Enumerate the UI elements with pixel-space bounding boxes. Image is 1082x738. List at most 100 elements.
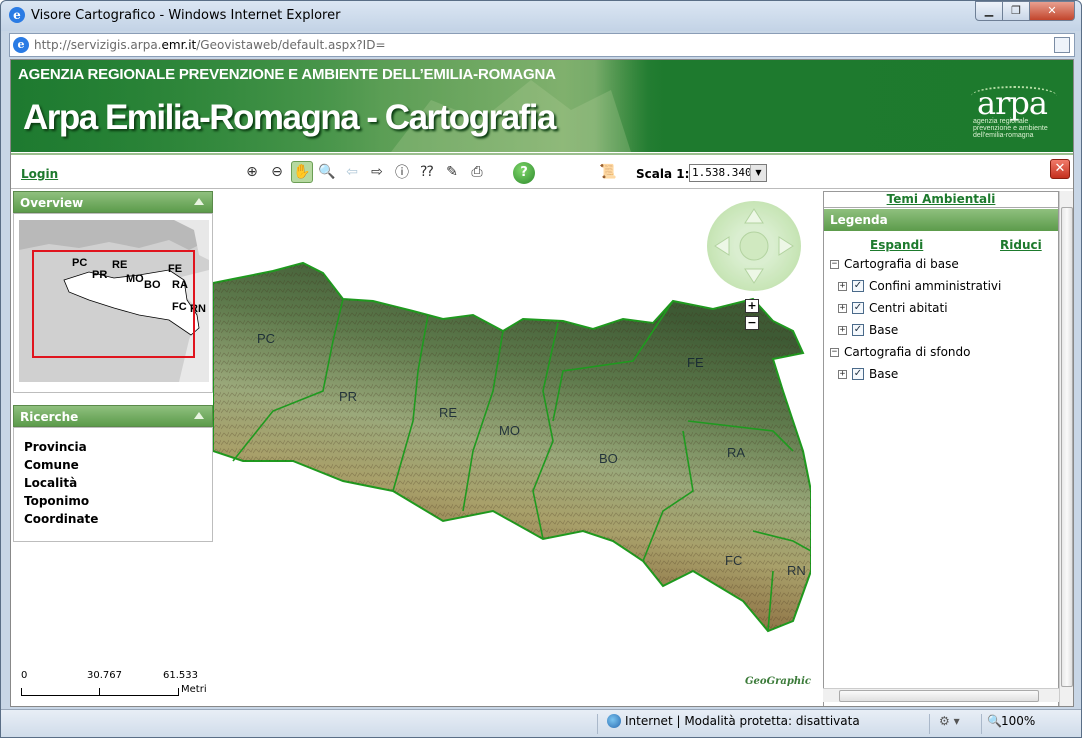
title-bar: e Visore Cartografico - Windows Internet… [1,1,1081,31]
province-label-rn: RN [787,563,806,578]
measure-icon[interactable]: ⁇ [416,161,438,183]
province-label-pr: PR [339,389,357,404]
legend-item-centri[interactable]: + ✓ Centri abitati [838,299,948,317]
header-banner: AGENZIA REGIONALE PREVENZIONE E AMBIENTE… [11,60,1073,152]
chevron-down-icon[interactable]: ▼ [750,165,766,181]
arpa-logo: arpa agenzia regionale prevenzione e amb… [971,84,1061,146]
zoom-icon[interactable]: 🔍 [987,714,1002,728]
security-zone-text: Internet | Modalità protetta: disattivat… [625,714,860,728]
province-label-ra: RA [727,445,745,460]
zoom-in-button[interactable]: + [745,299,759,313]
zoom-level[interactable]: 100% [1001,714,1035,728]
collapse-icon[interactable]: − [830,347,839,357]
search-localita[interactable]: Località [24,474,202,492]
protected-mode-icon[interactable]: ⚙ ▾ [939,714,960,728]
province-label-bo: BO [599,451,618,466]
search-toponimo[interactable]: Toponimo [24,492,202,510]
zoom-out-button[interactable]: − [745,316,759,330]
collapse-icon[interactable] [194,198,204,205]
map-canvas[interactable]: PC PR RE MO BO FE RA FC RN + − GeoGraphics [213,191,811,706]
status-bar: Internet | Modalità protetta: disattivat… [1,709,1081,737]
province-label-fe: FE [687,355,704,370]
search-provincia[interactable]: Provincia [24,438,202,456]
expand-icon[interactable]: + [838,369,847,379]
close-window-button[interactable]: ✕ [1029,1,1075,21]
compatibility-view-icon[interactable] [1054,37,1070,53]
expand-icon[interactable]: + [838,325,847,335]
address-url[interactable]: http://servizigis.arpa.emr.it/Geovistawe… [34,38,386,52]
search-coordinate[interactable]: Coordinate [24,510,202,528]
legend-group-sfondo[interactable]: − Cartografia di sfondo [830,343,971,361]
overview-label-pc: PC [72,257,87,269]
temi-ambientali-link[interactable]: Temi Ambientali [824,192,1058,208]
overview-header[interactable]: Overview [13,191,213,213]
legend-panel: Temi Ambientali Legenda Espandi Riduci −… [823,191,1059,706]
province-label-re: RE [439,405,457,420]
address-bar[interactable]: e http://servizigis.arpa.emr.it/Geovista… [9,33,1075,57]
scale-bar: 0 30.767 61.533 Metri [21,670,207,696]
overview-label-fc: FC [172,301,187,313]
layer-checkbox[interactable]: ✓ [852,368,864,380]
overview-label-fe: FE [168,263,182,275]
print-icon[interactable]: ⎙ [466,161,488,183]
overview-label-bo: BO [144,279,161,291]
minimize-button[interactable]: ▁ [975,1,1003,21]
zoom-extent-icon[interactable]: 🔍 [316,161,338,183]
pan-hand-icon[interactable]: ✋ [291,161,313,183]
province-label-pc: PC [257,331,275,346]
collapse-icon[interactable] [194,412,204,419]
select-icon[interactable]: ✎ [441,161,463,183]
login-link[interactable]: Login [21,167,58,181]
legend-horizontal-scrollbar[interactable] [823,688,1059,702]
overview-label-re: RE [112,259,127,271]
map-toolbar: Login ⊕ ⊖ ✋ 🔍 ⇦ ⇨ ⓘ ⁇ ✎ ⎙ ? 📜 Scala 1: 1.538.340 … [11,153,1073,189]
expand-icon[interactable]: + [838,303,847,313]
page-content: AGENZIA REGIONALE PREVENZIONE E AMBIENTE… [10,59,1074,707]
legend-group-base[interactable]: − Cartografia di base [830,255,959,273]
scale-label: Scala 1: [636,167,690,181]
page-vertical-scrollbar[interactable] [1059,191,1073,706]
expand-all-link[interactable]: Espandi [870,238,923,252]
ricerche-panel: Provincia Comune Località Toponimo Coord… [13,427,213,542]
overview-label-mo: MO [126,273,144,285]
province-label-mo: MO [499,423,520,438]
scroll-icon[interactable]: 📜 [599,164,617,182]
ie-logo-icon: e [9,7,25,23]
overview-label-ra: RA [172,279,188,291]
agency-name: AGENZIA REGIONALE PREVENZIONE E AMBIENTE… [18,66,556,83]
overview-map[interactable]: PC PR RE MO BO FE RA FC RN [19,220,209,382]
scale-select[interactable]: 1.538.340 ▼ [689,164,767,182]
overview-label-pr: PR [92,269,107,281]
province-label-fc: FC [725,553,742,568]
collapse-all-link[interactable]: Riduci [1000,238,1042,252]
layer-checkbox[interactable]: ✓ [852,302,864,314]
layer-checkbox[interactable]: ✓ [852,280,864,292]
overview-label-rn: RN [190,303,206,315]
globe-icon [607,714,621,728]
legend-item-base[interactable]: + ✓ Base [838,321,898,339]
zoom-out-icon[interactable]: ⊖ [266,161,288,183]
collapse-icon[interactable]: − [830,259,839,269]
search-comune[interactable]: Comune [24,456,202,474]
page-title: Arpa Emilia-Romagna - Cartografia [23,98,557,137]
legend-item-sfondo-base[interactable]: + ✓ Base [838,365,898,383]
legend-header: Legenda [824,209,1058,231]
close-panel-button[interactable]: ✕ [1050,159,1070,179]
info-icon[interactable]: ⓘ [391,161,413,183]
ricerche-header[interactable]: Ricerche [13,405,213,427]
zoom-in-icon[interactable]: ⊕ [241,161,263,183]
help-button[interactable]: ? [513,162,535,184]
maximize-button[interactable]: ❐ [1002,1,1030,21]
legend-item-confini[interactable]: + ✓ Confini amministrativi [838,277,1001,295]
left-panel: Overview PC PR RE MO BO FE RA FC RN Ricerche [13,191,213,542]
tool-group: ⊕ ⊖ ✋ 🔍 ⇦ ⇨ ⓘ ⁇ ✎ ⎙ [241,161,491,183]
page-icon: e [13,37,29,53]
pan-navigation-wheel[interactable] [707,201,801,291]
window-title: Visore Cartografico - Windows Internet E… [31,8,341,23]
expand-icon[interactable]: + [838,281,847,291]
back-arrow-icon[interactable]: ⇦ [341,161,363,183]
browser-window: e Visore Cartografico - Windows Internet… [0,0,1082,738]
forward-arrow-icon[interactable]: ⇨ [366,161,388,183]
layer-checkbox[interactable]: ✓ [852,324,864,336]
geographics-logo: GeoGraphics [745,676,811,687]
